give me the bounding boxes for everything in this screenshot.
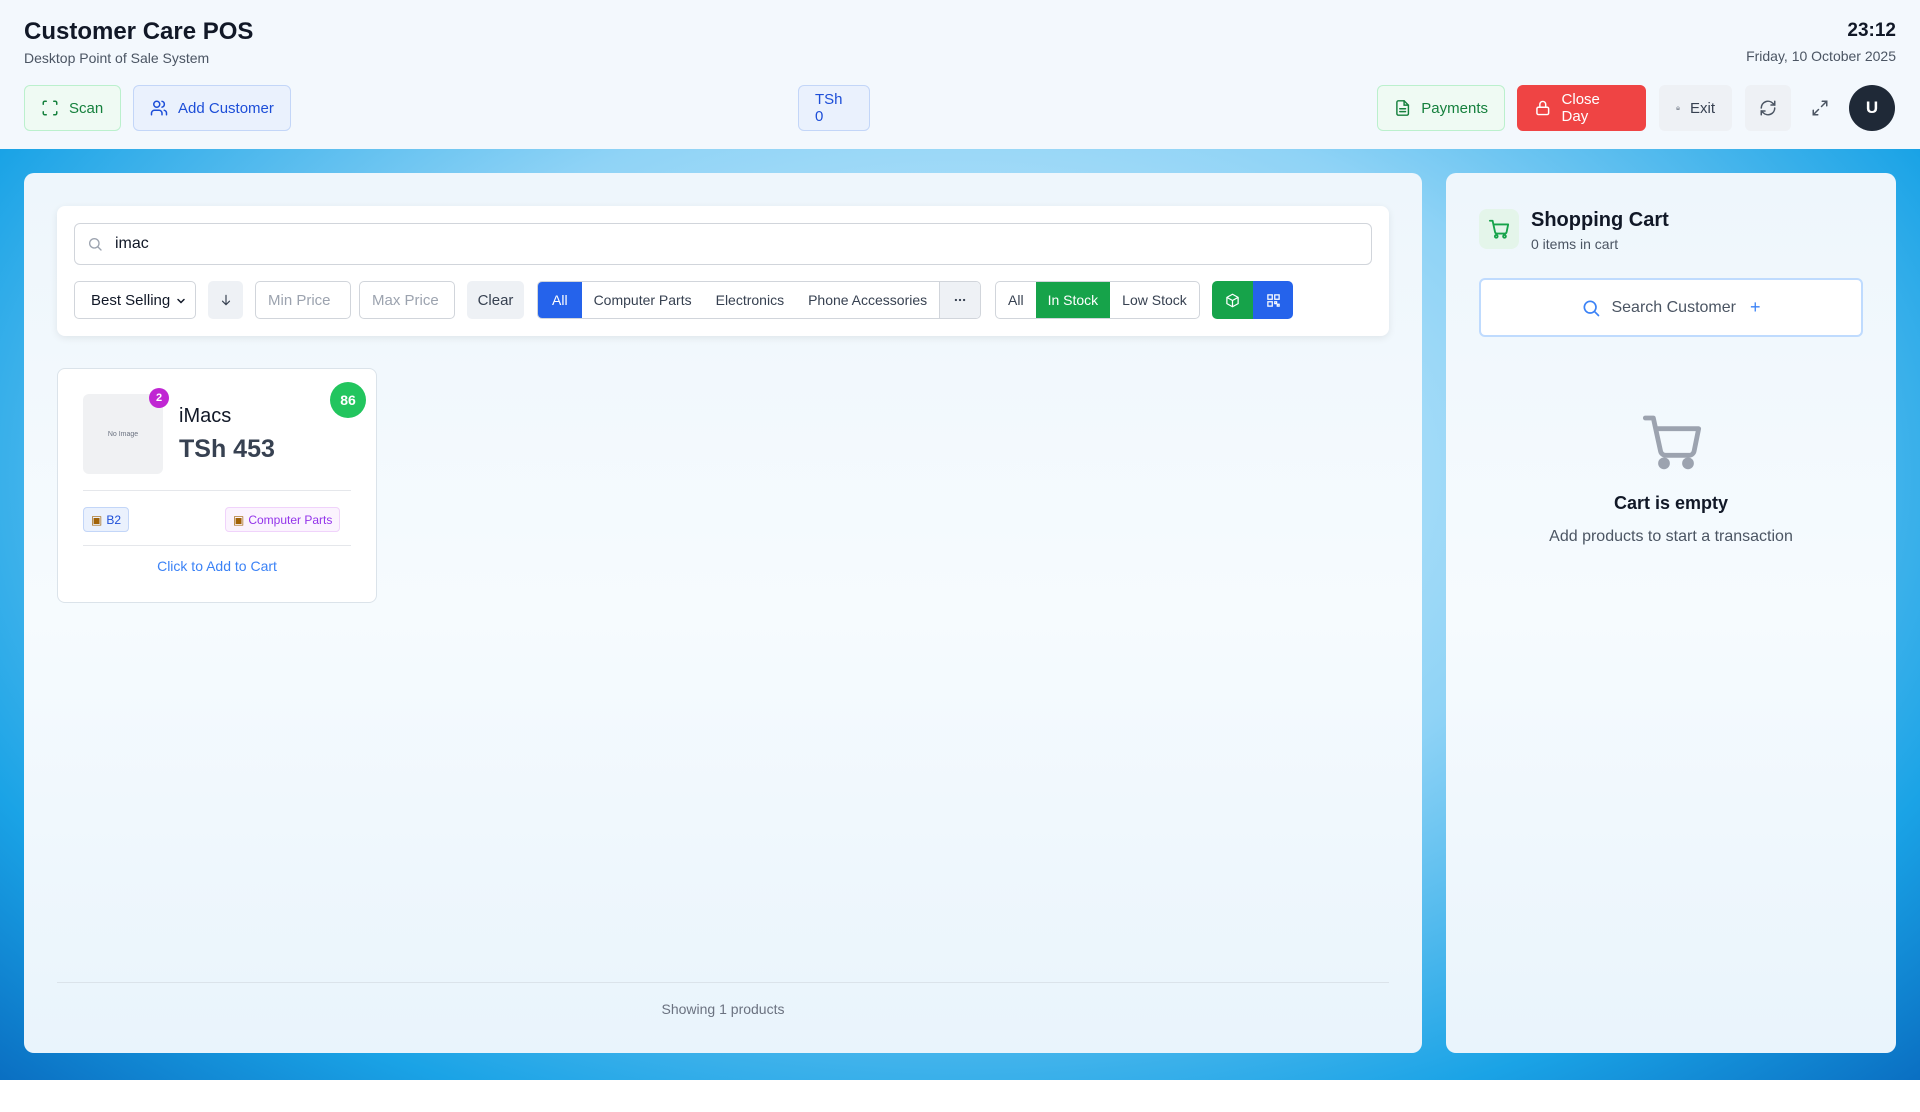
cart-icon: [1488, 219, 1510, 239]
chevron-down-icon: [177, 298, 185, 304]
location-tag: ▣ B2: [83, 507, 130, 532]
search-icon: [1583, 300, 1600, 316]
cart-header-icon: [1479, 209, 1519, 249]
arrow-down-icon: [221, 294, 230, 306]
add-customer-label: Add Customer: [178, 99, 274, 117]
sort-select[interactable]: Best Selling: [74, 281, 196, 319]
product-name: iMacs: [179, 405, 232, 427]
clock-date: Friday, 10 October 2025: [1746, 48, 1896, 64]
cart-item-count: 0 items in cart: [1531, 236, 1619, 252]
min-price-input[interactable]: [255, 281, 351, 319]
cube-icon: [1226, 293, 1239, 307]
max-price-input[interactable]: [359, 281, 455, 319]
header-bar: Customer Care POS Desktop Point of Sale …: [0, 0, 1920, 149]
category-tag: ▣ Computer Parts: [225, 507, 341, 532]
product-search-input[interactable]: [115, 235, 1315, 253]
clock-time: 23:12: [1847, 20, 1896, 41]
category-option-phone-accessories[interactable]: Phone Accessories: [796, 282, 939, 318]
search-icon: [89, 238, 102, 251]
refresh-button[interactable]: [1745, 85, 1791, 131]
scan-button[interactable]: Scan: [24, 85, 121, 131]
stock-filter: All In Stock Low Stock: [995, 281, 1200, 319]
footer-divider: [57, 982, 1389, 983]
card-divider: [83, 490, 351, 491]
stock-option-low-stock[interactable]: Low Stock: [1110, 282, 1199, 318]
product-price: TSh 453: [179, 435, 275, 463]
stock-option-in-stock[interactable]: In Stock: [1035, 282, 1111, 318]
product-image-placeholder: No Image: [83, 394, 163, 474]
home-icon: [1676, 106, 1680, 110]
product-count-text: Showing 1 products: [661, 1001, 785, 1017]
empty-cart-icon: [1642, 415, 1702, 470]
sort-selected-label: Best Selling: [91, 291, 171, 309]
exit-label: Exit: [1689, 99, 1715, 117]
qr-code-icon: [1266, 293, 1280, 307]
location-tag-label: B2: [106, 512, 122, 527]
empty-cart-subtitle: Add products to start a transaction: [1549, 528, 1793, 545]
users-icon: [150, 100, 168, 116]
product-search[interactable]: [74, 223, 1372, 265]
category-option-electronics[interactable]: Electronics: [704, 282, 796, 318]
category-filter: All Computer Parts Electronics Phone Acc…: [537, 281, 982, 319]
scan-icon: [42, 100, 58, 116]
add-customer-button[interactable]: Add Customer: [133, 85, 291, 131]
cart-total-badge: TSh 0: [798, 85, 870, 131]
category-option-all[interactable]: All: [538, 282, 582, 318]
search-customer-label: Search Customer: [1611, 298, 1736, 316]
fullscreen-button[interactable]: [1797, 85, 1843, 131]
expand-icon: [1812, 100, 1828, 116]
product-view-button[interactable]: [1212, 281, 1253, 319]
qr-view-button[interactable]: [1253, 281, 1293, 319]
exit-button[interactable]: Exit: [1659, 85, 1732, 131]
lock-icon: [1536, 100, 1550, 116]
app-title: Customer Care POS: [24, 18, 254, 45]
close-day-button[interactable]: Close Day: [1517, 85, 1646, 131]
search-customer-button[interactable]: Search Customer +: [1479, 278, 1863, 337]
card-divider: [83, 545, 351, 546]
refresh-icon: [1760, 100, 1776, 116]
app-subtitle: Desktop Point of Sale System: [24, 50, 210, 66]
category-tag-label: Computer Parts: [248, 512, 333, 527]
package-icon: ▣: [233, 512, 245, 527]
empty-cart-title: Cart is empty: [1613, 493, 1729, 513]
category-option-computer-parts[interactable]: Computer Parts: [582, 282, 704, 318]
cart-title: Shopping Cart: [1531, 209, 1669, 231]
sort-direction-button[interactable]: [208, 281, 243, 319]
more-icon: [954, 298, 966, 302]
variant-count-badge: 2: [149, 388, 169, 408]
scan-label: Scan: [69, 99, 104, 117]
user-avatar[interactable]: U: [1849, 85, 1895, 131]
close-day-label: Close Day: [1561, 91, 1600, 125]
package-icon: ▣: [91, 512, 103, 527]
document-icon: [1396, 100, 1410, 116]
view-toggle: [1212, 281, 1293, 319]
add-to-cart-link[interactable]: Click to Add to Cart: [57, 558, 377, 574]
clear-filters-button[interactable]: Clear: [467, 281, 524, 319]
payments-button[interactable]: Payments: [1377, 85, 1505, 131]
more-categories-button[interactable]: [939, 282, 981, 318]
payments-label: Payments: [1421, 99, 1488, 117]
stock-option-all[interactable]: All: [996, 282, 1036, 318]
plus-icon: +: [1749, 297, 1761, 317]
stock-count-badge: 86: [330, 382, 366, 418]
